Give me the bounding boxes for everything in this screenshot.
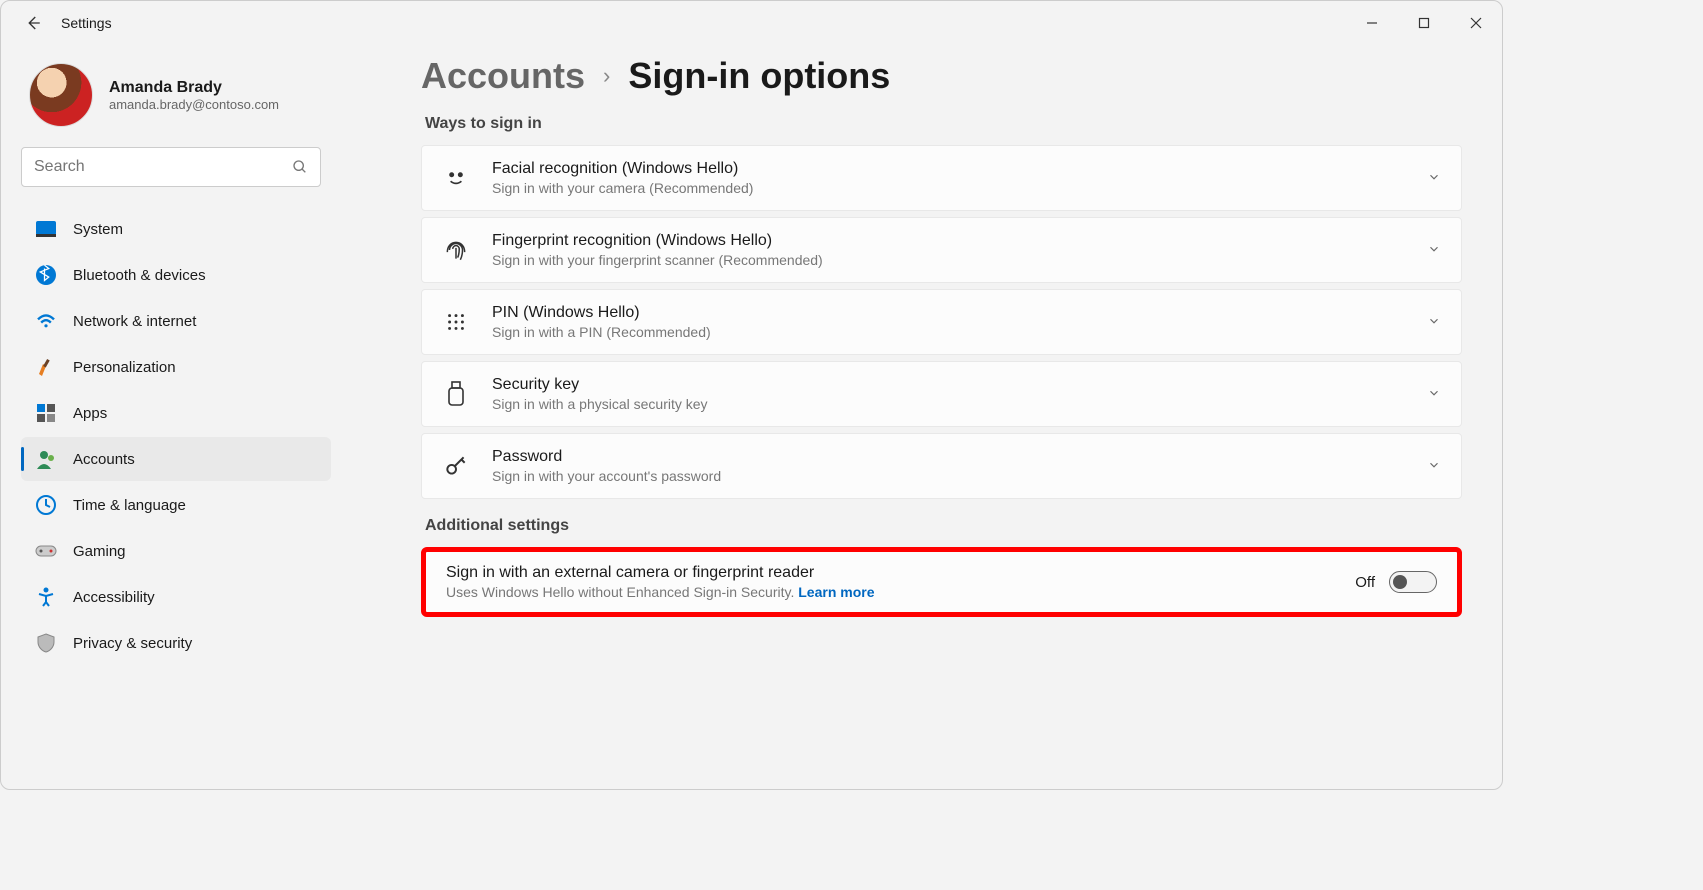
option-subtitle: Sign in with a PIN (Recommended) xyxy=(492,324,1405,340)
key-icon xyxy=(442,452,470,480)
back-button[interactable] xyxy=(21,11,45,35)
option-title: Fingerprint recognition (Windows Hello) xyxy=(492,232,1405,250)
sidebar-item-label: Privacy & security xyxy=(73,635,192,652)
chevron-down-icon xyxy=(1427,242,1441,259)
chevron-down-icon xyxy=(1427,386,1441,403)
chevron-down-icon xyxy=(1427,314,1441,331)
option-title: Password xyxy=(492,448,1405,466)
option-title: PIN (Windows Hello) xyxy=(492,304,1405,322)
option-fingerprint[interactable]: Fingerprint recognition (Windows Hello) … xyxy=(421,217,1462,283)
gamepad-icon xyxy=(35,540,57,562)
option-external-camera-highlight: Sign in with an external camera or finge… xyxy=(421,547,1462,617)
option-subtitle: Uses Windows Hello without Enhanced Sign… xyxy=(446,584,1333,600)
option-title: Security key xyxy=(492,376,1405,394)
option-subtitle: Sign in with your account's password xyxy=(492,468,1405,484)
sidebar-item-label: System xyxy=(73,221,123,238)
sidebar-item-label: Accounts xyxy=(73,451,135,468)
brush-icon xyxy=(35,356,57,378)
search-icon xyxy=(292,159,308,175)
arrow-left-icon xyxy=(24,14,42,32)
option-facial-recognition[interactable]: Facial recognition (Windows Hello) Sign … xyxy=(421,145,1462,211)
search-box[interactable] xyxy=(21,147,321,187)
minimize-icon xyxy=(1366,17,1378,29)
toggle-state-label: Off xyxy=(1355,574,1375,591)
option-subtitle: Sign in with your camera (Recommended) xyxy=(492,180,1405,196)
accessibility-icon xyxy=(35,586,57,608)
main-content: Accounts › Sign-in options Ways to sign … xyxy=(341,45,1502,789)
bluetooth-icon xyxy=(35,264,57,286)
section-title-ways: Ways to sign in xyxy=(425,115,1462,133)
option-subtitle: Sign in with your fingerprint scanner (R… xyxy=(492,252,1405,268)
system-icon xyxy=(35,218,57,240)
sidebar-item-privacy[interactable]: Privacy & security xyxy=(21,621,331,665)
sidebar-item-time-language[interactable]: Time & language xyxy=(21,483,331,527)
maximize-button[interactable] xyxy=(1398,1,1450,45)
sidebar-item-apps[interactable]: Apps xyxy=(21,391,331,435)
option-title: Facial recognition (Windows Hello) xyxy=(492,160,1405,178)
app-title: Settings xyxy=(61,15,112,31)
sidebar-item-label: Accessibility xyxy=(73,589,155,606)
keypad-icon xyxy=(442,308,470,336)
profile-block[interactable]: Amanda Brady amanda.brady@contoso.com xyxy=(29,63,341,127)
sidebar: Amanda Brady amanda.brady@contoso.com Sy… xyxy=(1,45,341,789)
profile-email: amanda.brady@contoso.com xyxy=(109,97,279,112)
external-signin-toggle[interactable] xyxy=(1389,571,1437,593)
person-icon xyxy=(35,448,57,470)
toggle-knob xyxy=(1393,575,1407,589)
sidebar-item-gaming[interactable]: Gaming xyxy=(21,529,331,573)
option-security-key[interactable]: Security key Sign in with a physical sec… xyxy=(421,361,1462,427)
learn-more-link[interactable]: Learn more xyxy=(798,584,874,600)
fingerprint-icon xyxy=(442,236,470,264)
breadcrumb: Accounts › Sign-in options xyxy=(421,55,1462,97)
sidebar-item-label: Bluetooth & devices xyxy=(73,267,206,284)
sidebar-item-personalization[interactable]: Personalization xyxy=(21,345,331,389)
chevron-down-icon xyxy=(1427,458,1441,475)
sidebar-item-label: Apps xyxy=(73,405,107,422)
maximize-icon xyxy=(1418,17,1430,29)
shield-icon xyxy=(35,632,57,654)
minimize-button[interactable] xyxy=(1346,1,1398,45)
sidebar-item-label: Gaming xyxy=(73,543,126,560)
title-bar: Settings xyxy=(1,1,1502,45)
page-title: Sign-in options xyxy=(628,55,890,97)
sidebar-item-label: Personalization xyxy=(73,359,176,376)
option-pin[interactable]: PIN (Windows Hello) Sign in with a PIN (… xyxy=(421,289,1462,355)
face-icon xyxy=(442,164,470,192)
chevron-right-icon: › xyxy=(603,63,610,89)
option-subtitle: Sign in with a physical security key xyxy=(492,396,1405,412)
option-title: Sign in with an external camera or finge… xyxy=(446,564,1333,582)
apps-icon xyxy=(35,402,57,424)
search-input[interactable] xyxy=(34,158,292,176)
clock-globe-icon xyxy=(35,494,57,516)
window-controls xyxy=(1346,1,1502,45)
avatar xyxy=(29,63,93,127)
sidebar-item-label: Time & language xyxy=(73,497,186,514)
breadcrumb-parent[interactable]: Accounts xyxy=(421,55,585,97)
profile-name: Amanda Brady xyxy=(109,79,279,97)
section-title-additional: Additional settings xyxy=(425,517,1462,535)
option-password[interactable]: Password Sign in with your account's pas… xyxy=(421,433,1462,499)
sidebar-item-accounts[interactable]: Accounts xyxy=(21,437,331,481)
close-icon xyxy=(1470,17,1482,29)
sidebar-item-system[interactable]: System xyxy=(21,207,331,251)
sidebar-item-bluetooth[interactable]: Bluetooth & devices xyxy=(21,253,331,297)
close-button[interactable] xyxy=(1450,1,1502,45)
sidebar-item-accessibility[interactable]: Accessibility xyxy=(21,575,331,619)
sidebar-item-network[interactable]: Network & internet xyxy=(21,299,331,343)
usb-key-icon xyxy=(442,380,470,408)
sidebar-item-label: Network & internet xyxy=(73,313,196,330)
nav-list: System Bluetooth & devices Network & int… xyxy=(21,207,341,665)
wifi-icon xyxy=(35,310,57,332)
chevron-down-icon xyxy=(1427,170,1441,187)
